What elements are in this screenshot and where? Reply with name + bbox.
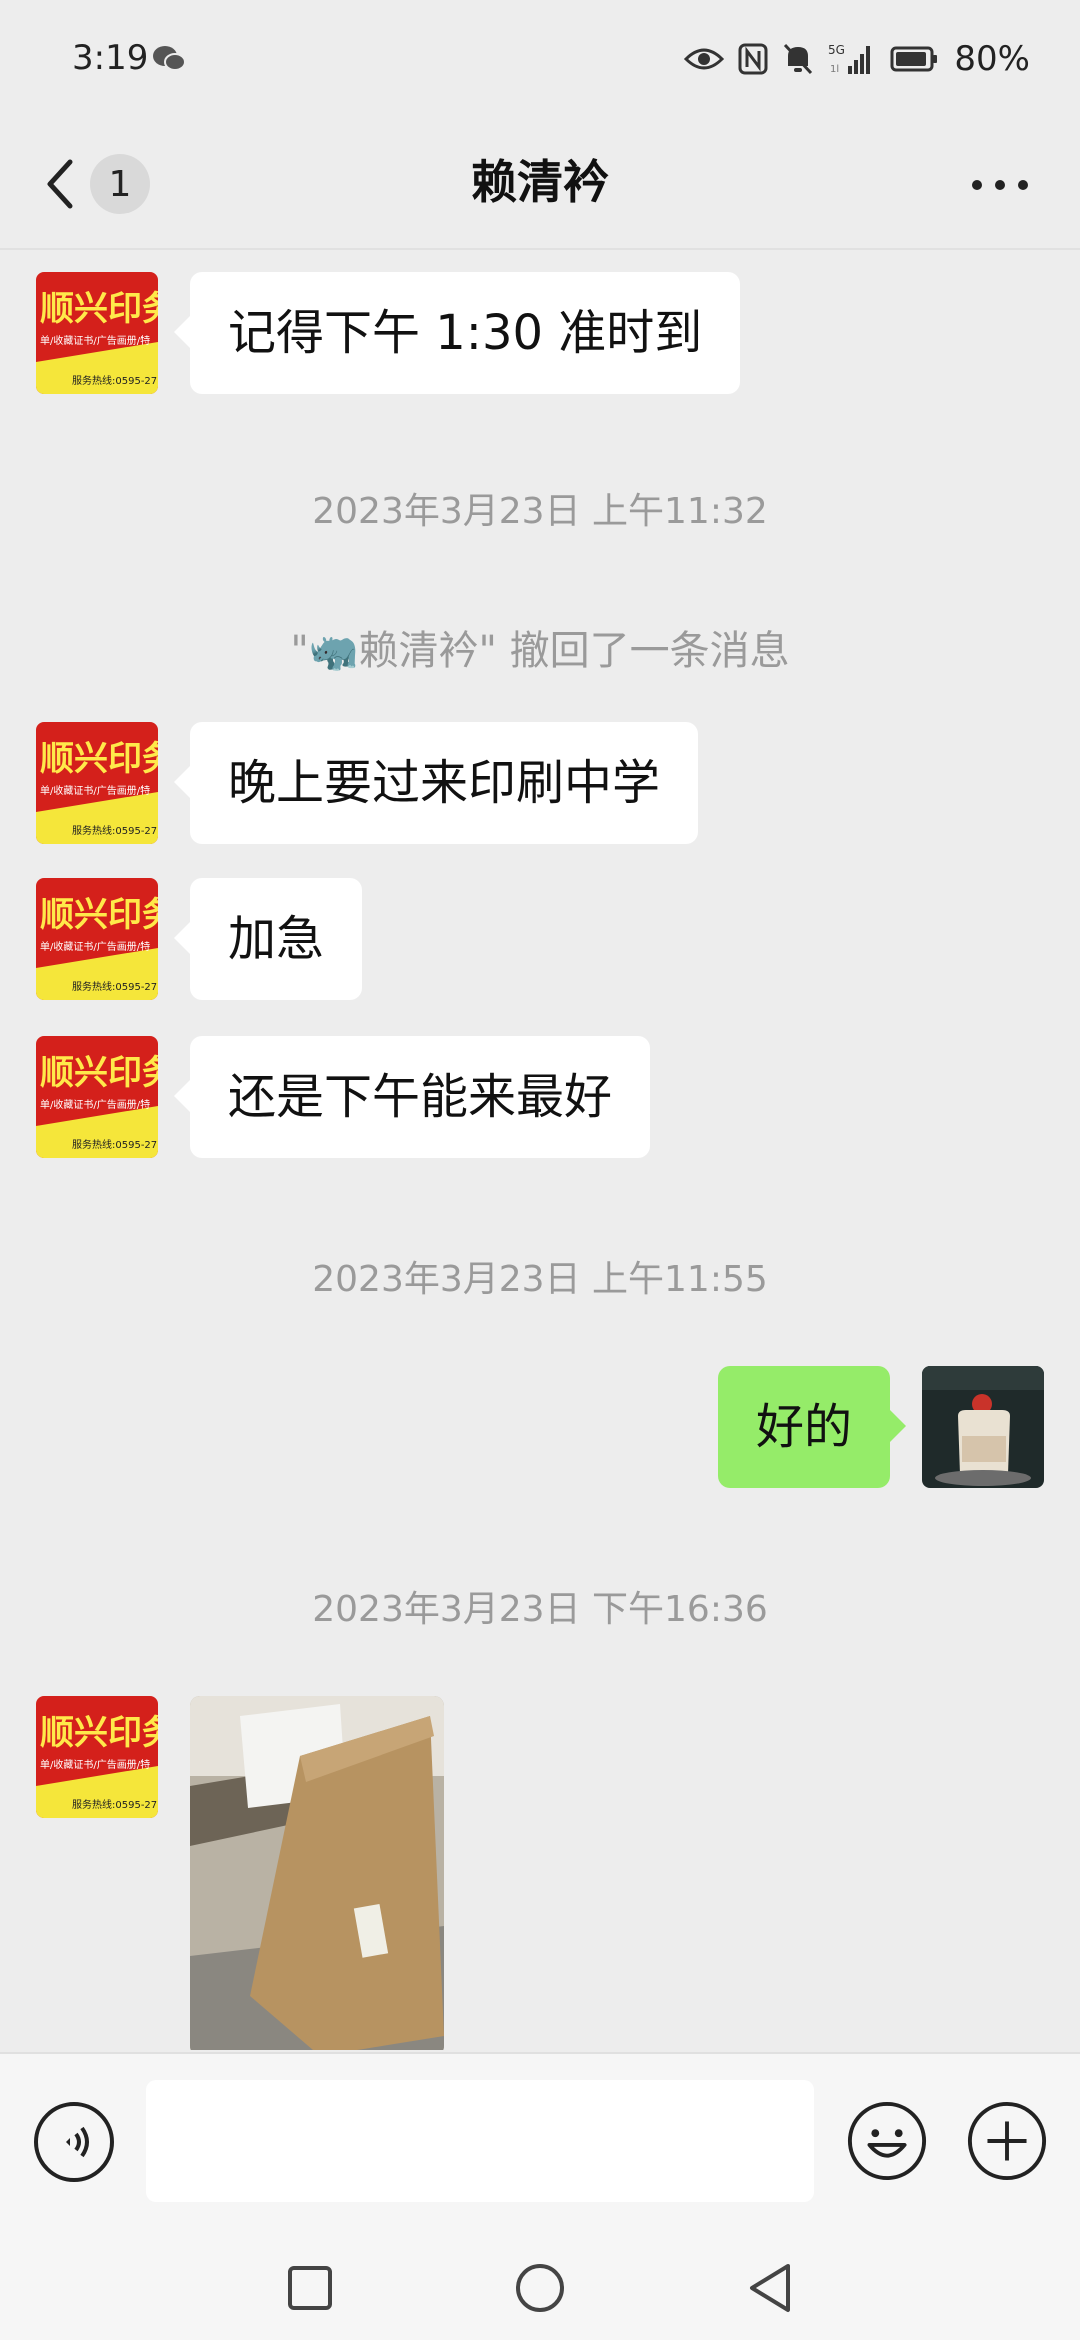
svg-text:1l: 1l (830, 64, 839, 75)
contact-avatar[interactable]: 顺兴印务 单/收藏证书/广告画册/特 服务热线:0595-27 (36, 722, 158, 844)
eye-icon (684, 48, 725, 70)
printing-shop-logo: 顺兴印务 单/收藏证书/广告画册/特 服务热线:0595-27 (36, 722, 158, 844)
svg-text:服务热线:0595-27: 服务热线:0595-27 (72, 1138, 157, 1151)
chat-title: 赖清衿 (471, 155, 609, 209)
status-time: 3:19 (72, 38, 149, 78)
nfc-icon (738, 43, 768, 75)
message-timestamp: 2023年3月23日 上午11:32 (312, 491, 768, 532)
message-timestamp: 2023年3月23日 下午16:36 (312, 1589, 768, 1630)
svg-text:顺兴印务: 顺兴印务 (40, 289, 158, 329)
recall-notice: "🦏赖清衿" 撤回了一条消息 (290, 628, 790, 674)
system-nav-bar (0, 2228, 1080, 2340)
svg-text:顺兴印务: 顺兴印务 (40, 895, 158, 935)
message-list[interactable]: 顺兴印务 单/收藏证书/广告画册/特 服务热线:0595-27 记得下午 1:3… (0, 250, 1080, 2050)
image-message[interactable] (190, 1696, 444, 2050)
more-button[interactable] (960, 150, 1040, 220)
printing-shop-logo: 顺兴印务 单/收藏证书/广告画册/特 服务热线:0595-27 (36, 1036, 158, 1158)
plus-icon[interactable] (966, 2100, 1048, 2182)
voice-icon[interactable] (32, 2100, 116, 2184)
svg-text:单/收藏证书/广告画册/特: 单/收藏证书/广告画册/特 (40, 940, 150, 953)
home-icon[interactable] (510, 2258, 570, 2318)
photo-box-on-floor (190, 1696, 444, 2050)
contact-avatar[interactable]: 顺兴印务 单/收藏证书/广告画册/特 服务热线:0595-27 (36, 272, 158, 394)
chat-header: 1 赖清衿 (0, 120, 1080, 250)
message-bubble[interactable]: 还是下午能来最好 (173, 1036, 651, 1158)
contact-avatar[interactable]: 顺兴印务 单/收藏证书/广告画册/特 服务热线:0595-27 (36, 1696, 158, 1818)
svg-text:服务热线:0595-27: 服务热线:0595-27 (72, 824, 157, 837)
svg-text:服务热线:0595-27: 服务热线:0595-27 (72, 980, 157, 993)
contact-avatar[interactable]: 顺兴印务 单/收藏证书/广告画册/特 服务热线:0595-27 (36, 878, 158, 1000)
self-avatar[interactable] (922, 1366, 1044, 1488)
contact-avatar[interactable]: 顺兴印务 单/收藏证书/广告画册/特 服务热线:0595-27 (36, 1036, 158, 1158)
wechat-icon (153, 46, 186, 71)
status-bar: 3:19 5G 1l 80% (0, 0, 1080, 120)
back-triangle-icon[interactable] (740, 2258, 800, 2318)
input-bar (0, 2052, 1080, 2230)
message-bubble[interactable]: 记得下午 1:30 准时到 (173, 272, 741, 394)
recent-apps-icon[interactable] (280, 2258, 340, 2318)
more-dots-icon (972, 180, 1028, 190)
cup-photo (922, 1366, 1044, 1488)
svg-text:5G: 5G (828, 43, 845, 57)
svg-text:顺兴印务: 顺兴印务 (40, 1053, 158, 1093)
svg-text:服务热线:0595-27: 服务热线:0595-27 (72, 1798, 157, 1811)
svg-text:单/收藏证书/广告画册/特: 单/收藏证书/广告画册/特 (40, 784, 150, 797)
svg-text:单/收藏证书/广告画册/特: 单/收藏证书/广告画册/特 (40, 1098, 150, 1111)
svg-text:顺兴印务: 顺兴印务 (40, 1713, 158, 1753)
battery-percent: 80% (954, 39, 1030, 79)
signal-icon: 5G 1l (828, 43, 871, 75)
battery-icon (890, 46, 938, 72)
svg-text:服务热线:0595-27: 服务热线:0595-27 (72, 374, 157, 387)
message-timestamp: 2023年3月23日 上午11:55 (312, 1259, 768, 1300)
svg-text:单/收藏证书/广告画册/特: 单/收藏证书/广告画册/特 (40, 334, 150, 347)
svg-text:单/收藏证书/广告画册/特: 单/收藏证书/广告画册/特 (40, 1758, 150, 1771)
message-bubble[interactable]: 晚上要过来印刷中学 (173, 722, 699, 844)
emoji-icon[interactable] (846, 2100, 928, 2182)
printing-shop-logo: 顺兴印务 单/收藏证书/广告画册/特 服务热线:0595-27 (36, 1696, 158, 1818)
message-bubble[interactable]: 加急 (173, 878, 363, 1000)
mute-bell-icon (784, 43, 813, 75)
message-bubble-self[interactable]: 好的 (717, 1366, 907, 1488)
printing-shop-logo: 顺兴印务 单/收藏证书/广告画册/特 服务热线:0595-27 (36, 272, 158, 394)
printing-shop-logo: 顺兴印务 单/收藏证书/广告画册/特 服务热线:0595-27 (36, 878, 158, 1000)
svg-text:顺兴印务: 顺兴印务 (40, 739, 158, 779)
message-input[interactable] (146, 2080, 814, 2202)
status-icons: 5G 1l 80% (684, 36, 1030, 82)
